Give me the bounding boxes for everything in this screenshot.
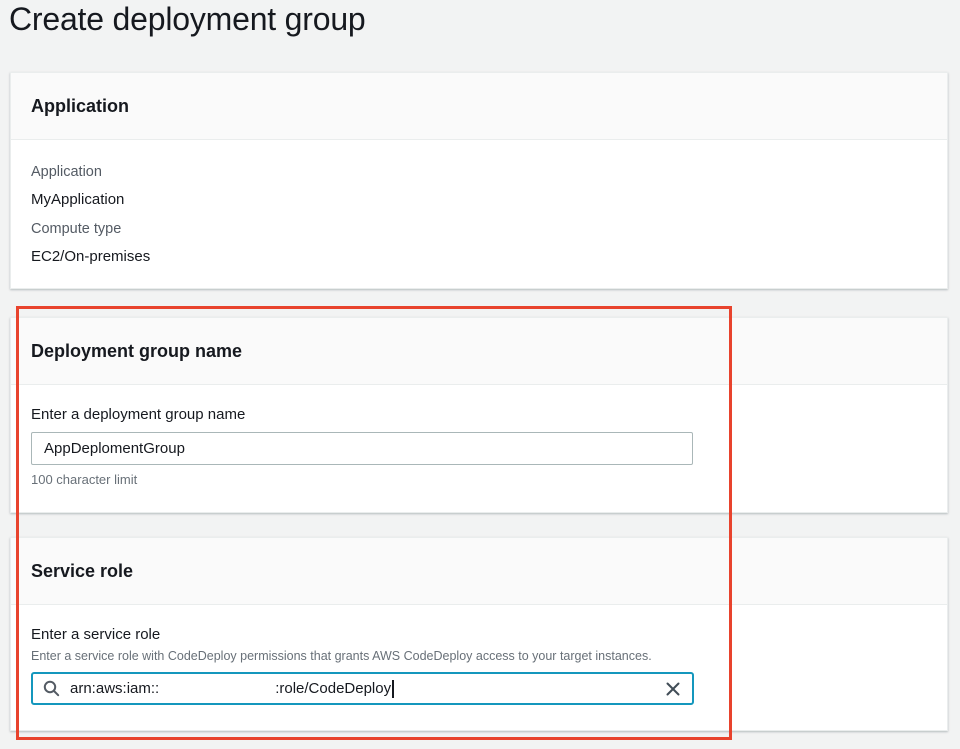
service-role-card-body: Enter a service role Enter a service rol…: [11, 605, 947, 725]
character-limit-helper: 100 character limit: [31, 472, 927, 488]
application-card: Application Application MyApplication Co…: [10, 72, 948, 289]
service-role-arn-prefix: arn:aws:iam::: [70, 680, 159, 697]
deployment-group-name-input[interactable]: [31, 432, 693, 465]
deployment-group-card: Deployment group name Enter a deployment…: [10, 317, 948, 513]
application-card-body: Application MyApplication Compute type E…: [11, 140, 947, 287]
compute-type-label: Compute type: [31, 219, 927, 239]
service-role-arn-suffix: :role/CodeDeploy: [275, 680, 391, 697]
service-role-label: Enter a service role: [31, 626, 160, 643]
compute-type-value: EC2/On-premises: [31, 247, 927, 267]
service-role-card: Service role Enter a service role Enter …: [10, 537, 948, 731]
service-role-input[interactable]: arn:aws:iam:: :role/CodeDeploy: [31, 672, 694, 705]
page-title: Create deployment group: [9, 1, 366, 38]
service-role-card-title: Service role: [11, 538, 947, 605]
search-icon: [43, 680, 60, 697]
application-label: Application: [31, 162, 927, 182]
application-card-title: Application: [11, 73, 947, 140]
deployment-group-card-title: Deployment group name: [11, 318, 947, 385]
application-value: MyApplication: [31, 190, 927, 210]
service-role-description: Enter a service role with CodeDeploy per…: [31, 648, 927, 664]
clear-icon[interactable]: [664, 680, 682, 698]
deployment-group-card-body: Enter a deployment group name 100 charac…: [11, 385, 947, 508]
deployment-group-name-label: Enter a deployment group name: [31, 406, 245, 423]
text-caret: [392, 680, 394, 698]
